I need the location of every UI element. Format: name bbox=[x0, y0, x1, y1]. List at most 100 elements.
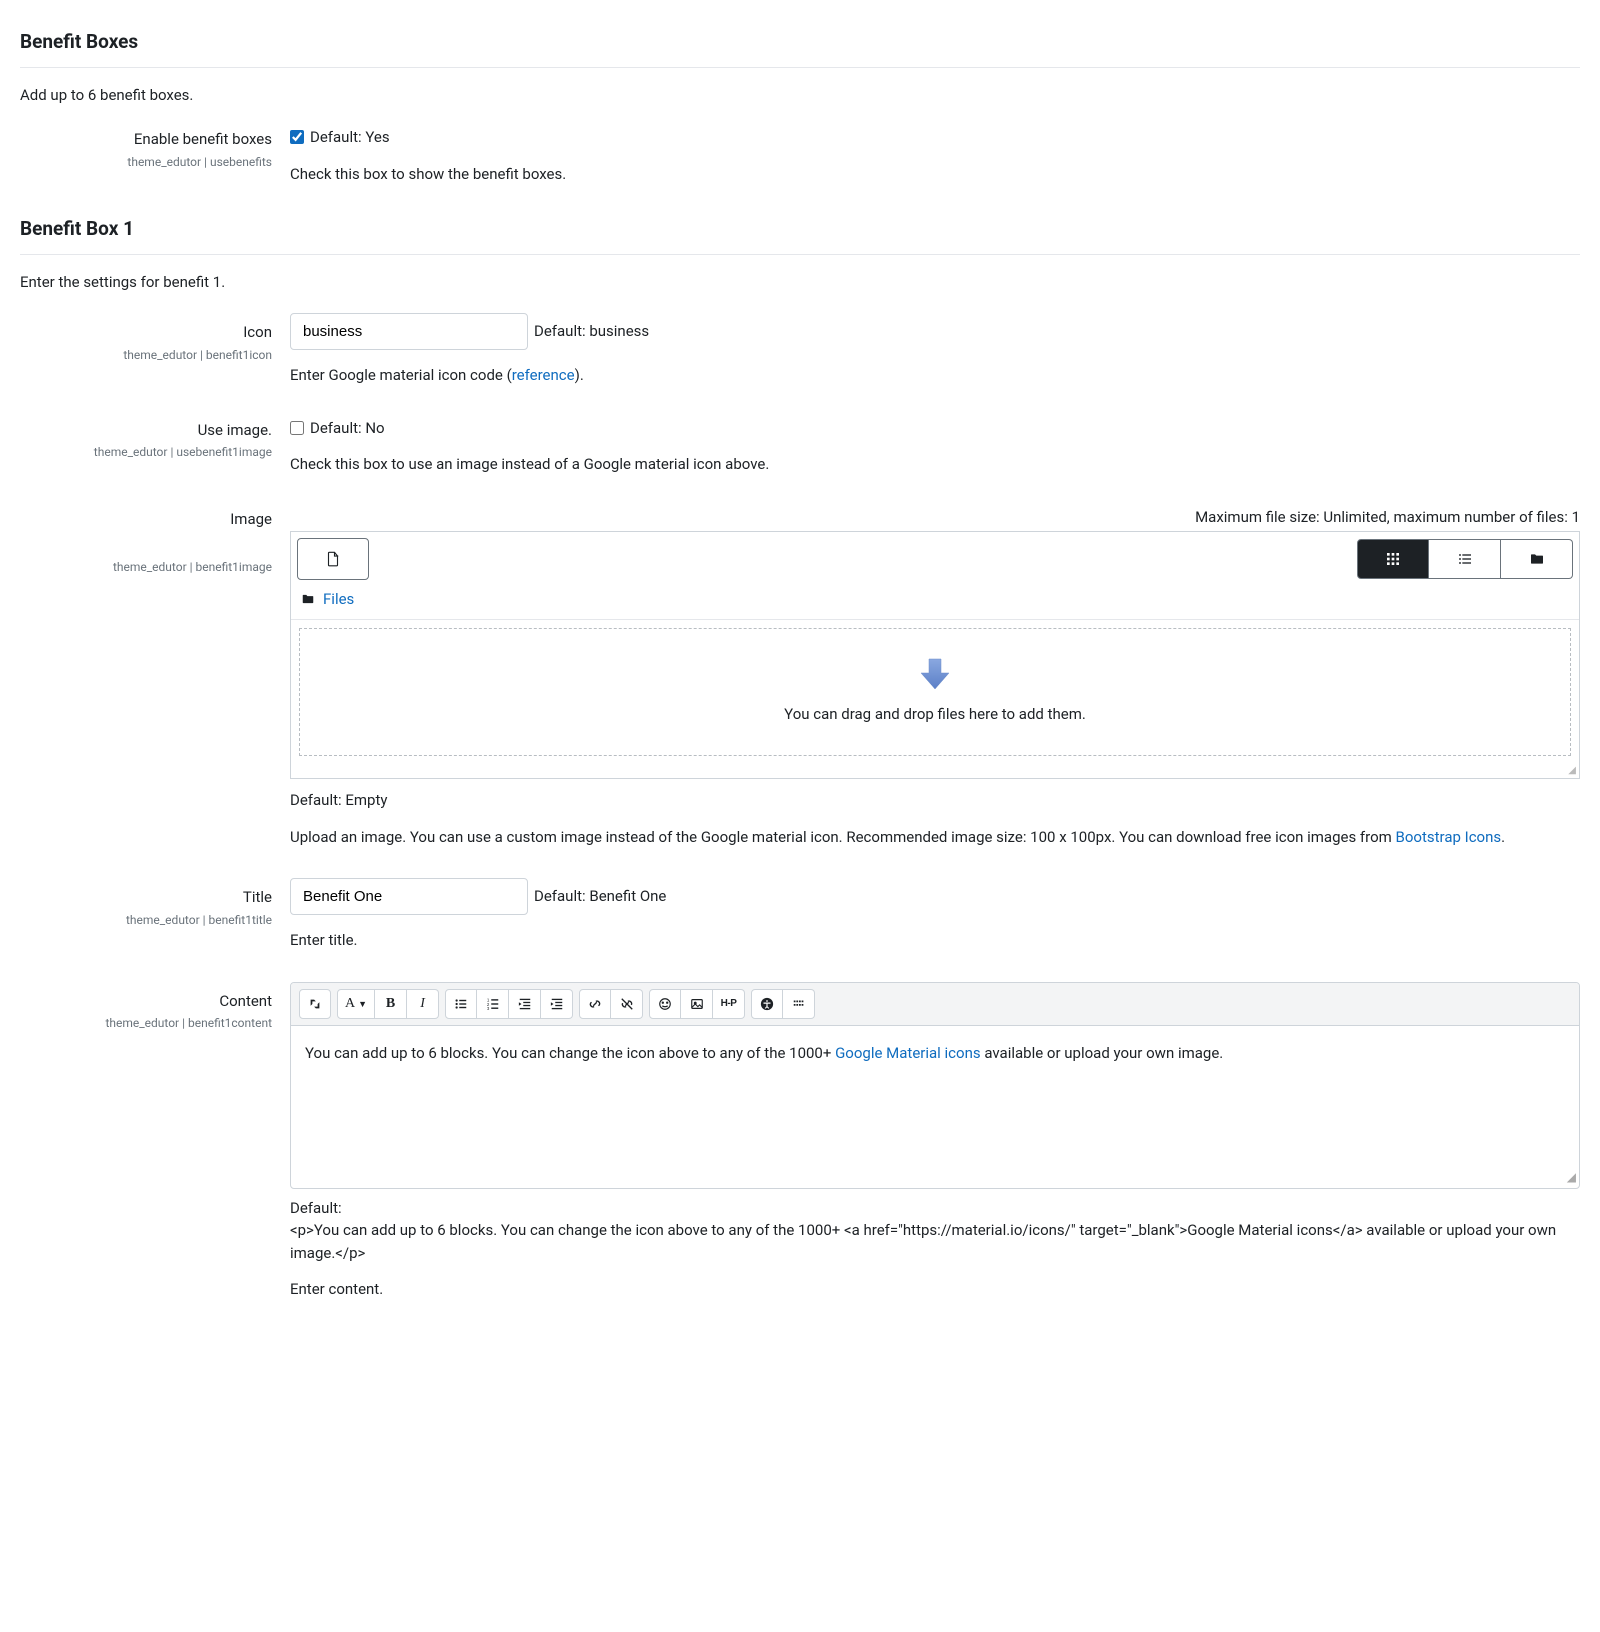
h5p-label: H-P bbox=[721, 998, 737, 1009]
icon-input[interactable] bbox=[290, 313, 528, 350]
icon-setting: theme_edutor | benefit1icon bbox=[20, 346, 272, 364]
title-input[interactable] bbox=[290, 878, 528, 915]
editor-number-list-button[interactable]: 123 bbox=[477, 989, 509, 1019]
icon-desc: Enter Google material icon code (referen… bbox=[290, 364, 1580, 387]
image-icon bbox=[690, 997, 704, 1011]
use-image-desc: Check this box to use an image instead o… bbox=[290, 453, 1580, 476]
editor-accessibility-button[interactable] bbox=[751, 989, 783, 1019]
dropzone-text: You can drag and drop files here to add … bbox=[310, 703, 1560, 726]
editor-toolbar: A▼ B I 123 H-P bbox=[291, 983, 1579, 1026]
title-desc: Enter title. bbox=[290, 929, 1580, 952]
number-list-icon: 123 bbox=[486, 997, 500, 1011]
editor-image-button[interactable] bbox=[681, 989, 713, 1019]
image-default: Default: Empty bbox=[290, 789, 1580, 812]
filepicker-view-group bbox=[1357, 539, 1573, 579]
enable-benefit-boxes-checkbox[interactable] bbox=[290, 130, 304, 144]
file-icon bbox=[324, 550, 342, 568]
image-label: Image bbox=[20, 508, 272, 531]
editor-text-prefix: You can add up to 6 blocks. You can chan… bbox=[305, 1044, 835, 1062]
google-material-icons-link[interactable]: Google Material icons bbox=[835, 1044, 981, 1062]
content-label: Content bbox=[20, 990, 272, 1013]
indent-icon bbox=[550, 997, 564, 1011]
image-setting: theme_edutor | benefit1image bbox=[20, 558, 272, 576]
title-label: Title bbox=[20, 886, 272, 909]
editor-style-button[interactable]: A▼ bbox=[337, 989, 375, 1019]
editor-screenreader-button[interactable] bbox=[783, 989, 815, 1019]
content-editor: A▼ B I 123 H-P bbox=[290, 982, 1580, 1189]
content-desc: Enter content. bbox=[290, 1278, 1580, 1301]
image-desc: Upload an image. You can use a custom im… bbox=[290, 826, 1580, 849]
title-default: Default: Benefit One bbox=[534, 885, 666, 908]
icon-desc-suffix: ). bbox=[575, 366, 584, 384]
unlink-icon bbox=[620, 997, 634, 1011]
resize-handle-icon[interactable]: ◢ bbox=[291, 764, 1579, 778]
bootstrap-icons-link[interactable]: Bootstrap Icons bbox=[1396, 828, 1502, 846]
screenreader-icon bbox=[792, 997, 806, 1011]
editor-indent-button[interactable] bbox=[541, 989, 573, 1019]
section-title-benefit-box-1: Benefit Box 1 bbox=[20, 215, 1580, 255]
outdent-icon bbox=[518, 997, 532, 1011]
editor-outdent-button[interactable] bbox=[509, 989, 541, 1019]
expand-icon bbox=[308, 997, 322, 1011]
add-file-button[interactable] bbox=[297, 538, 369, 580]
filepicker-dropzone[interactable]: You can drag and drop files here to add … bbox=[299, 628, 1571, 757]
bold-label: B bbox=[386, 996, 395, 1012]
title-row: Title theme_edutor | benefit1title Defau… bbox=[20, 878, 1580, 970]
image-row: Image theme_edutor | benefit1image Maxim… bbox=[20, 506, 1580, 867]
content-row: Content theme_edutor | benefit1content A… bbox=[20, 982, 1580, 1319]
link-icon bbox=[588, 997, 602, 1011]
list-icon bbox=[1457, 551, 1473, 567]
view-icons-button[interactable] bbox=[1357, 539, 1429, 579]
editor-expand-button[interactable] bbox=[299, 989, 331, 1019]
section-desc-benefit-box-1: Enter the settings for benefit 1. bbox=[20, 271, 1580, 294]
icon-reference-link[interactable]: reference bbox=[512, 366, 575, 384]
download-arrow-icon bbox=[915, 653, 955, 693]
view-list-button[interactable] bbox=[1429, 539, 1501, 579]
emoji-icon bbox=[658, 997, 672, 1011]
image-file-limit: Maximum file size: Unlimited, maximum nu… bbox=[290, 506, 1580, 529]
grid-icon bbox=[1385, 551, 1401, 567]
title-setting: theme_edutor | benefit1title bbox=[20, 911, 272, 929]
editor-link-button[interactable] bbox=[579, 989, 611, 1019]
section-desc-benefit-boxes: Add up to 6 benefit boxes. bbox=[20, 84, 1580, 107]
image-desc-prefix: Upload an image. You can use a custom im… bbox=[290, 828, 1396, 846]
use-image-row: Use image. theme_edutor | usebenefit1ima… bbox=[20, 417, 1580, 494]
use-image-setting: theme_edutor | usebenefit1image bbox=[20, 443, 272, 461]
style-label: A bbox=[345, 996, 355, 1012]
section-title-benefit-boxes: Benefit Boxes bbox=[20, 28, 1580, 68]
filepicker-breadcrumb: Files bbox=[291, 586, 1579, 619]
editor-emoji-button[interactable] bbox=[649, 989, 681, 1019]
editor-unlink-button[interactable] bbox=[611, 989, 643, 1019]
icon-label: Icon bbox=[20, 321, 272, 344]
editor-h5p-button[interactable]: H-P bbox=[713, 989, 745, 1019]
enable-benefit-boxes-label: Enable benefit boxes bbox=[20, 128, 272, 151]
use-image-checkbox[interactable] bbox=[290, 421, 304, 435]
filepicker-breadcrumb-files[interactable]: Files bbox=[323, 588, 354, 611]
view-tree-button[interactable] bbox=[1501, 539, 1573, 579]
svg-text:3: 3 bbox=[486, 1006, 489, 1011]
image-desc-suffix: . bbox=[1501, 828, 1505, 846]
content-setting: theme_edutor | benefit1content bbox=[20, 1014, 272, 1032]
folder-icon bbox=[301, 592, 315, 606]
content-default-html: <p>You can add up to 6 blocks. You can c… bbox=[290, 1219, 1580, 1264]
editor-bullet-list-button[interactable] bbox=[445, 989, 477, 1019]
editor-bold-button[interactable]: B bbox=[375, 989, 407, 1019]
enable-benefit-boxes-setting: theme_edutor | usebenefits bbox=[20, 153, 272, 171]
use-image-label: Use image. bbox=[20, 419, 272, 442]
enable-benefit-boxes-desc: Check this box to show the benefit boxes… bbox=[290, 163, 1580, 186]
enable-benefit-boxes-row: Enable benefit boxes theme_edutor | useb… bbox=[20, 126, 1580, 203]
enable-benefit-boxes-default: Default: Yes bbox=[310, 126, 390, 149]
bullet-list-icon bbox=[454, 997, 468, 1011]
image-filepicker: Files bbox=[290, 531, 1580, 779]
icon-desc-prefix: Enter Google material icon code ( bbox=[290, 366, 512, 384]
icon-row: Icon theme_edutor | benefit1icon Default… bbox=[20, 313, 1580, 405]
editor-italic-button[interactable]: I bbox=[407, 989, 439, 1019]
editor-text-suffix: available or upload your own image. bbox=[981, 1044, 1224, 1062]
content-default-label: Default: bbox=[290, 1197, 1580, 1220]
use-image-default: Default: No bbox=[310, 417, 385, 440]
icon-default: Default: business bbox=[534, 320, 649, 343]
editor-resize-handle[interactable]: ◢ bbox=[291, 1166, 1579, 1188]
editor-body[interactable]: You can add up to 6 blocks. You can chan… bbox=[291, 1026, 1579, 1166]
folder-icon bbox=[1529, 551, 1545, 567]
caret-down-icon: ▼ bbox=[358, 999, 367, 1009]
